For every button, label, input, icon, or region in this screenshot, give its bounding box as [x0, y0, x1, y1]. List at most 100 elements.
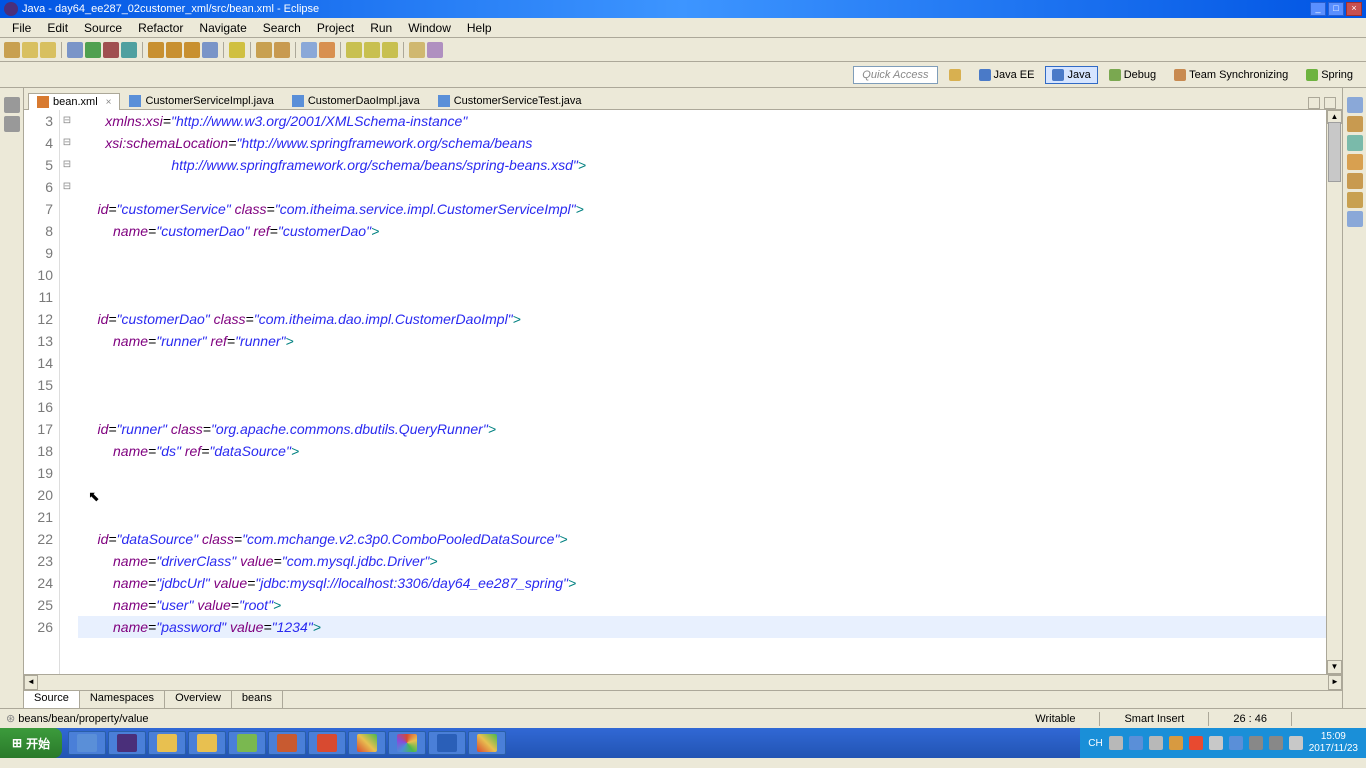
tray-icon[interactable]	[1289, 736, 1303, 750]
pin-icon[interactable]	[409, 42, 425, 58]
view-icon[interactable]	[4, 116, 20, 132]
menu-search[interactable]: Search	[255, 19, 309, 37]
tab-customer-service-impl[interactable]: CustomerServiceImpl.java	[120, 92, 282, 109]
lastloc-icon[interactable]	[346, 42, 362, 58]
perspective-javaee[interactable]: Java EE	[972, 66, 1042, 84]
new-icon[interactable]	[4, 42, 20, 58]
scroll-down-icon[interactable]: ▼	[1327, 660, 1342, 674]
open-perspective-button[interactable]	[942, 66, 968, 84]
minimize-view-icon[interactable]	[1308, 97, 1320, 109]
task-app2[interactable]	[268, 731, 306, 755]
tray-icon[interactable]	[1169, 736, 1183, 750]
menu-refactor[interactable]: Refactor	[130, 19, 191, 37]
newif-icon[interactable]	[184, 42, 200, 58]
tray-icon[interactable]	[1229, 736, 1243, 750]
menu-bar: File Edit Source Refactor Navigate Searc…	[0, 18, 1366, 38]
task-desktop[interactable]	[68, 731, 106, 755]
back-icon[interactable]	[364, 42, 380, 58]
fold-column[interactable]: ⊟ ⊟ ⊟ ⊟	[60, 110, 74, 674]
minimize-button[interactable]: _	[1310, 2, 1326, 16]
java-icon	[438, 95, 450, 107]
maximize-button[interactable]: □	[1328, 2, 1344, 16]
line-numbers: 3456789101112131415161718192021222324252…	[24, 110, 60, 674]
tray-icon[interactable]	[1149, 736, 1163, 750]
tab-customer-service-test[interactable]: CustomerServiceTest.java	[429, 92, 591, 109]
tray-icon[interactable]	[1109, 736, 1123, 750]
code-content[interactable]: xmlns:xsi="http://www.w3.org/2001/XMLSch…	[74, 110, 1326, 674]
separator	[403, 42, 404, 58]
search-icon[interactable]	[229, 42, 245, 58]
scroll-thumb[interactable]	[1328, 122, 1341, 182]
menu-project[interactable]: Project	[309, 19, 362, 37]
debug-icon[interactable]	[67, 42, 83, 58]
task-chrome2[interactable]	[468, 731, 506, 755]
tray-icon[interactable]	[1209, 736, 1223, 750]
start-button[interactable]: ⊞ 开始	[0, 728, 62, 758]
maximize-view-icon[interactable]	[1324, 97, 1336, 109]
task-eclipse[interactable]	[108, 731, 146, 755]
runext-icon[interactable]	[103, 42, 119, 58]
btab-namespaces[interactable]: Namespaces	[80, 691, 165, 708]
task-chrome[interactable]	[348, 731, 386, 755]
quick-access[interactable]: Quick Access	[853, 66, 937, 84]
xml-icon	[37, 96, 49, 108]
menu-run[interactable]: Run	[362, 19, 400, 37]
perspective-java[interactable]: Java	[1045, 66, 1097, 84]
task-app3[interactable]	[308, 731, 346, 755]
servers-icon[interactable]	[1347, 211, 1363, 227]
console-icon[interactable]	[1347, 173, 1363, 189]
fwd-icon[interactable]	[382, 42, 398, 58]
menu-window[interactable]: Window	[400, 19, 459, 37]
outline-icon[interactable]	[1347, 97, 1363, 113]
beans-icon[interactable]	[1347, 135, 1363, 151]
tray-icon[interactable]	[1269, 736, 1283, 750]
task-explorer2[interactable]	[188, 731, 226, 755]
ime-indicator[interactable]: CH	[1088, 738, 1102, 749]
btab-overview[interactable]: Overview	[165, 691, 232, 708]
clock[interactable]: 15:09 2017/11/23	[1309, 731, 1358, 755]
close-tab-icon[interactable]: ×	[106, 97, 112, 108]
save-icon[interactable]	[22, 42, 38, 58]
menu-source[interactable]: Source	[76, 19, 130, 37]
coverage-icon[interactable]	[121, 42, 137, 58]
btab-source[interactable]: Source	[24, 691, 80, 708]
task-word[interactable]	[428, 731, 466, 755]
btab-beans[interactable]: beans	[232, 691, 283, 708]
perspective-debug[interactable]: Debug	[1102, 66, 1163, 84]
build-icon[interactable]	[319, 42, 335, 58]
task-explorer[interactable]	[148, 731, 186, 755]
menu-file[interactable]: File	[4, 19, 39, 37]
task-icon[interactable]	[256, 42, 272, 58]
vertical-scrollbar[interactable]: ▲ ▼	[1326, 110, 1342, 674]
menu-edit[interactable]: Edit	[39, 19, 76, 37]
wand-icon[interactable]	[427, 42, 443, 58]
tab-customer-dao-impl[interactable]: CustomerDaoImpl.java	[283, 92, 429, 109]
scroll-left-icon[interactable]: ◄	[24, 675, 38, 690]
print-icon[interactable]	[301, 42, 317, 58]
code-editor[interactable]: ⬉ 34567891011121314151617181920212223242…	[24, 110, 1342, 674]
view-icon[interactable]	[4, 97, 20, 113]
perspective-spring[interactable]: Spring	[1299, 66, 1360, 84]
tray-icon[interactable]	[1129, 736, 1143, 750]
problems-icon[interactable]	[1347, 154, 1363, 170]
newclass-icon[interactable]	[166, 42, 182, 58]
tasklist-icon[interactable]	[1347, 116, 1363, 132]
run-icon[interactable]	[85, 42, 101, 58]
menu-help[interactable]: Help	[459, 19, 500, 37]
saveall-icon[interactable]	[40, 42, 56, 58]
close-button[interactable]: ×	[1346, 2, 1362, 16]
horizontal-scrollbar[interactable]: ◄ ►	[24, 674, 1342, 690]
separator	[61, 42, 62, 58]
menu-navigate[interactable]: Navigate	[191, 19, 254, 37]
task-app4[interactable]	[388, 731, 426, 755]
bookmark-icon[interactable]	[274, 42, 290, 58]
opentype-icon[interactable]	[202, 42, 218, 58]
newpkg-icon[interactable]	[148, 42, 164, 58]
perspective-team[interactable]: Team Synchronizing	[1167, 66, 1295, 84]
task-app1[interactable]	[228, 731, 266, 755]
tray-icon[interactable]	[1189, 736, 1203, 750]
progress-icon[interactable]	[1347, 192, 1363, 208]
tab-bean-xml[interactable]: bean.xml ×	[28, 93, 120, 110]
scroll-right-icon[interactable]: ►	[1328, 675, 1342, 690]
tray-icon[interactable]	[1249, 736, 1263, 750]
